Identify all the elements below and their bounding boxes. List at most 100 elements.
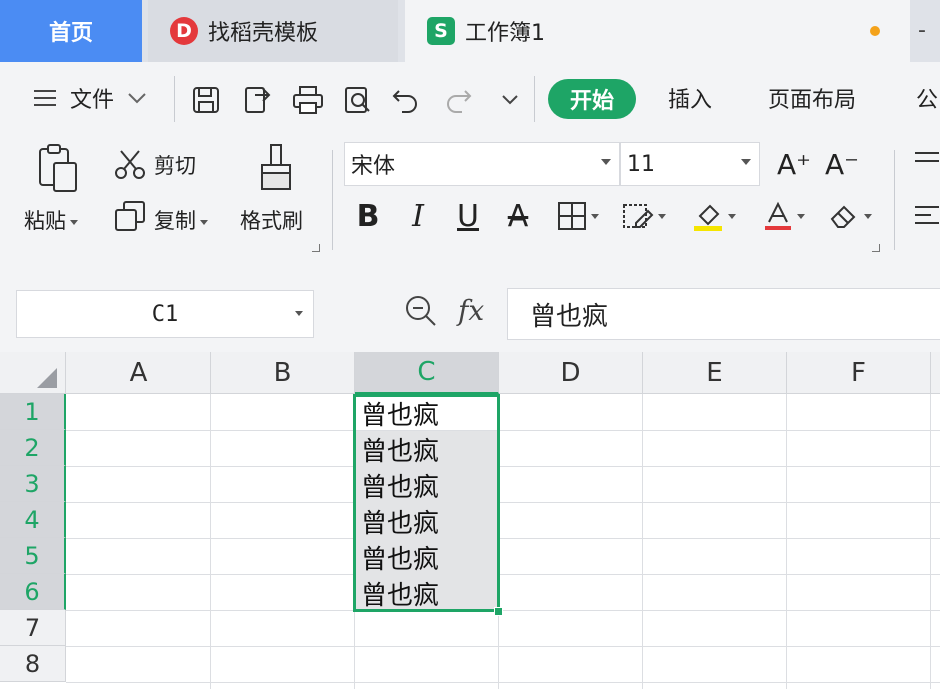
gridline — [786, 394, 787, 689]
font-size-select[interactable]: 11 — [620, 142, 760, 186]
spreadsheet-icon: S — [427, 17, 455, 45]
fill-bucket-icon — [694, 204, 722, 231]
chevron-down-icon — [741, 159, 751, 165]
chevron-down-icon — [591, 213, 599, 219]
fill-color-button[interactable] — [686, 196, 742, 236]
gridline — [66, 574, 940, 575]
undo-icon[interactable] — [388, 82, 424, 118]
scissors-icon[interactable] — [112, 146, 148, 182]
underline-button[interactable]: U — [450, 196, 486, 236]
export-pdf-icon[interactable] — [240, 82, 276, 118]
divider — [332, 150, 333, 250]
row-header-5[interactable]: 5 — [0, 538, 66, 574]
file-menu-label: 文件 — [70, 88, 115, 113]
tab-workbook[interactable]: S 工作簿1 — [405, 0, 910, 62]
name-box[interactable]: C1 — [16, 290, 314, 338]
row-header-3[interactable]: 3 — [0, 466, 66, 502]
tab-insert[interactable]: 插入 — [668, 82, 712, 114]
gridline — [210, 394, 211, 689]
bold-button[interactable]: B — [350, 196, 386, 236]
italic-icon: I — [412, 198, 424, 234]
fill-handle[interactable] — [494, 607, 503, 616]
row-header-6[interactable]: 6 — [0, 574, 66, 610]
decrease-font-size-button[interactable]: A⁻ — [824, 146, 860, 182]
print-preview-icon[interactable] — [340, 82, 376, 118]
paste-button[interactable]: 粘贴 — [24, 205, 78, 235]
select-all-icon — [37, 368, 57, 388]
quick-access-dropdown-icon[interactable] — [492, 82, 528, 118]
chevron-down-icon — [128, 93, 146, 104]
gridline — [66, 502, 940, 503]
gridline — [930, 394, 931, 689]
borders-button[interactable] — [550, 196, 606, 236]
strikethrough-button[interactable]: A — [500, 196, 536, 236]
bold-icon: B — [356, 198, 380, 234]
row-header-4[interactable]: 4 — [0, 502, 66, 538]
paste-icon[interactable] — [34, 142, 82, 194]
tab-bar: 首页 D 找稻壳模板 S 工作簿1 - — [0, 0, 940, 62]
row-header-1[interactable]: 1 — [0, 394, 66, 430]
chevron-down-icon — [200, 219, 208, 225]
chevron-down-icon — [658, 213, 666, 219]
increase-font-size-button[interactable]: A⁺ — [776, 146, 812, 182]
print-icon[interactable] — [290, 82, 326, 118]
column-header-d[interactable]: D — [499, 352, 643, 394]
clear-button[interactable] — [822, 196, 878, 236]
font-size-value: 11 — [627, 151, 655, 177]
italic-button[interactable]: I — [400, 196, 436, 236]
docer-logo-icon: D — [170, 17, 198, 45]
formula-input[interactable]: 曾也疯 — [507, 288, 940, 340]
copy-icon[interactable] — [112, 198, 148, 234]
hamburger-icon — [34, 90, 56, 106]
column-header-a[interactable]: A — [67, 352, 211, 394]
row-header-7[interactable]: 7 — [0, 610, 66, 646]
selection-range — [353, 394, 500, 612]
clipboard-group-launcher[interactable] — [312, 244, 320, 252]
column-header-b[interactable]: B — [211, 352, 355, 394]
copy-button[interactable]: 复制 — [154, 205, 208, 235]
column-header-row: A B C D E F — [0, 352, 940, 394]
cell-style-button[interactable] — [616, 196, 672, 236]
format-painter-icon[interactable] — [254, 142, 298, 194]
redo-icon[interactable] — [440, 82, 476, 118]
zoom-search-icon[interactable] — [404, 294, 438, 332]
row-header-8[interactable]: 8 — [0, 646, 66, 682]
tab-start[interactable]: 开始 — [548, 79, 636, 119]
font-name-select[interactable]: 宋体 — [344, 142, 620, 186]
chevron-down-icon — [70, 219, 78, 225]
font-color-button[interactable] — [756, 196, 812, 236]
tab-page-layout[interactable]: 页面布局 — [768, 82, 856, 114]
select-all-button[interactable] — [0, 352, 66, 394]
insert-function-button[interactable]: fx — [458, 294, 484, 327]
column-header-c[interactable]: C — [355, 352, 499, 394]
align-top-icon[interactable] — [910, 146, 940, 176]
strikethrough-icon: A — [507, 198, 529, 234]
tab-template[interactable]: D 找稻壳模板 — [148, 0, 398, 62]
font-group-launcher[interactable] — [872, 244, 880, 252]
tab-home[interactable]: 首页 — [0, 0, 142, 62]
cut-button[interactable]: 剪切 — [154, 150, 196, 180]
align-left-icon[interactable] — [910, 200, 940, 230]
font-color-icon — [765, 201, 791, 230]
column-header-f[interactable]: F — [787, 352, 931, 394]
format-painter-button[interactable]: 格式刷 — [240, 205, 303, 235]
name-box-value: C1 — [151, 301, 179, 327]
chevron-down-icon — [295, 311, 303, 316]
tab-template-label: 找稻壳模板 — [208, 21, 319, 46]
underline-icon: U — [457, 198, 479, 234]
gridline — [66, 610, 940, 611]
save-icon[interactable] — [188, 82, 224, 118]
decrease-font-icon: A⁻ — [825, 147, 859, 181]
gridline — [66, 466, 940, 467]
row-header-2[interactable]: 2 — [0, 430, 66, 466]
spreadsheet-grid[interactable]: A B C D E F 1 2 3 4 5 6 7 8 曾也疯 曾也疯 曾也疯 … — [0, 352, 940, 689]
column-header-e[interactable]: E — [643, 352, 787, 394]
tab-start-label: 开始 — [569, 89, 614, 114]
paste-label: 粘贴 — [24, 209, 66, 233]
gridline — [66, 682, 940, 683]
unsaved-dot-icon — [870, 26, 880, 36]
file-menu[interactable]: 文件 — [32, 82, 148, 114]
tab-formulas[interactable]: 公 — [916, 82, 938, 114]
tab-overflow[interactable]: - — [918, 18, 926, 43]
tab-insert-label: 插入 — [668, 88, 713, 113]
